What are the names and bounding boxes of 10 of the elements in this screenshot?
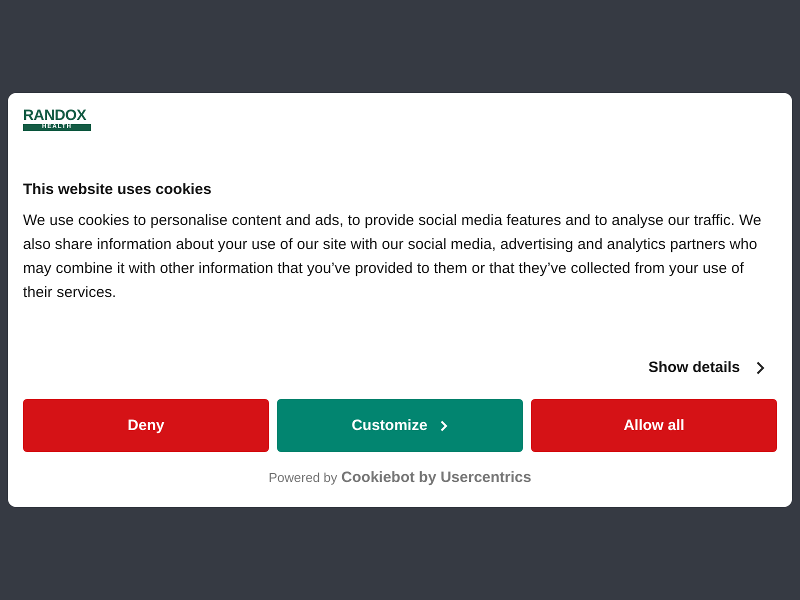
chevron-icon bbox=[756, 360, 765, 374]
body-text: We use cookies to personalise content and ads, to provide social media features and to analyse our traffic. We also share information about your use of our site with our social media, advertising and analytics partners who may combine it with other information that you’ve provided to them or that they’ve collected from your use of their services. bbox=[23, 211, 762, 303]
consent-button[interactable]: Allow all bbox=[531, 399, 777, 452]
consent-button[interactable]: Deny bbox=[23, 399, 269, 452]
brand-text: Cookiebot by Usercentrics bbox=[341, 469, 532, 486]
customize-button[interactable]: Customize bbox=[277, 399, 523, 452]
show-details-link[interactable]: Show details bbox=[648, 359, 765, 376]
chevron-icon bbox=[440, 420, 448, 432]
dialog-title: This website uses cookies bbox=[23, 180, 212, 200]
powered-by-text: Powered by bbox=[268, 470, 338, 485]
